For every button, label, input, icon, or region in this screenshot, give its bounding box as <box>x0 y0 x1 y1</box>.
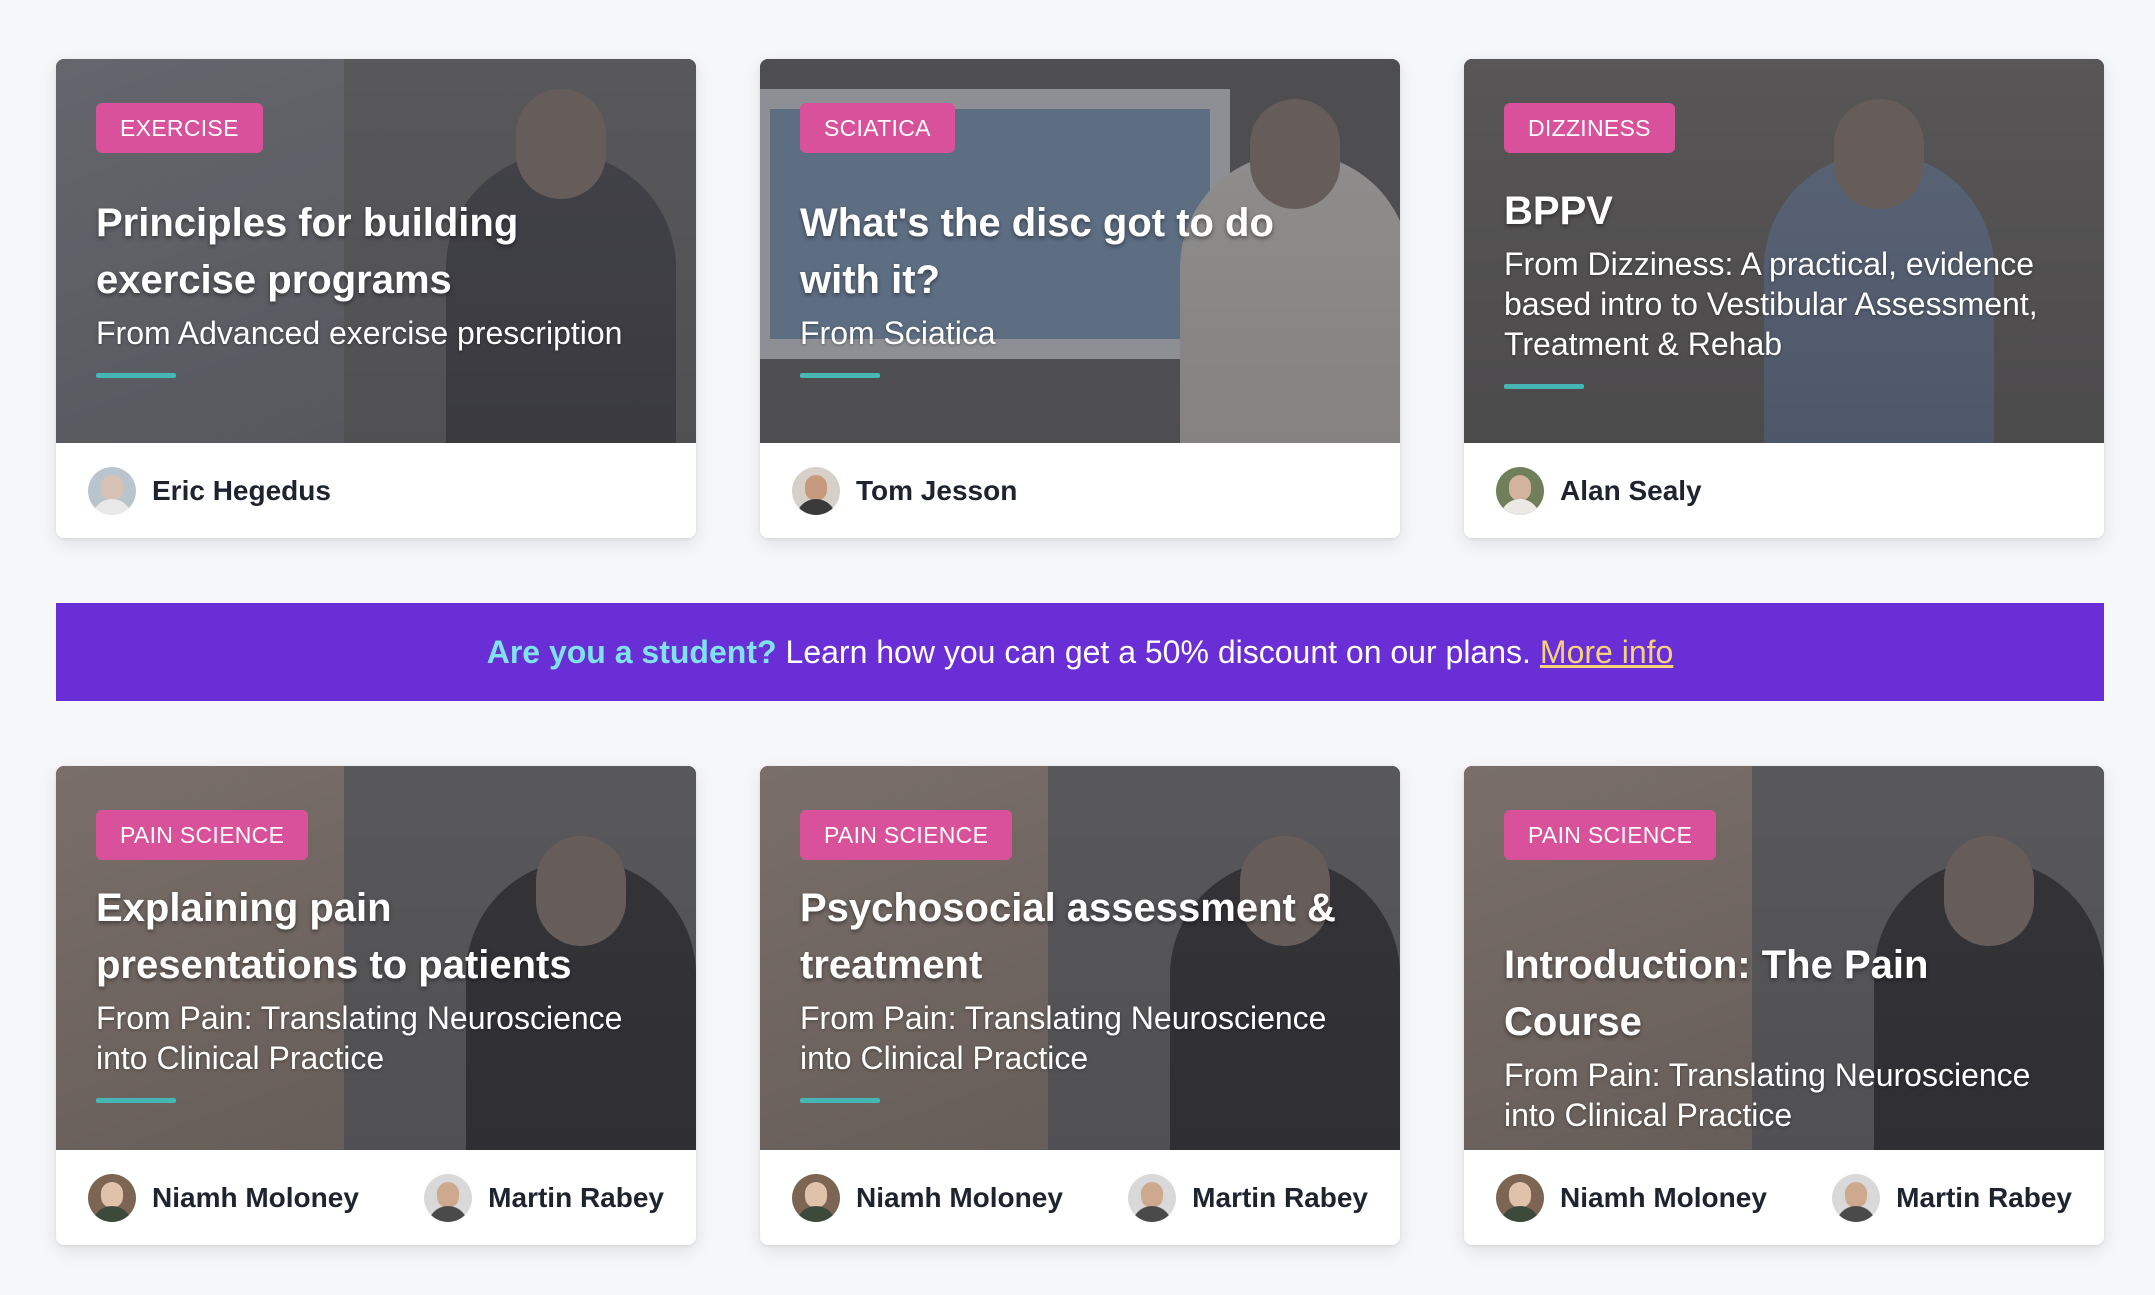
course-subtitle: From Sciatica <box>800 315 996 351</box>
card-footer: Alan Sealy <box>1464 443 2104 538</box>
author-name: Niamh Moloney <box>152 1181 359 1213</box>
course-subtitle: From Pain: Translating Neuroscience into… <box>96 1000 623 1076</box>
author-name: Tom Jesson <box>856 474 1018 506</box>
lesson-title: BPPV <box>1504 189 1613 233</box>
card-footer: Niamh Moloney Martin Rabey <box>1464 1150 2104 1245</box>
card-footer: Tom Jesson <box>760 443 1400 538</box>
course-grid-top: EXERCISE Principles for building exercis… <box>56 59 2104 538</box>
author[interactable]: Niamh Moloney <box>792 1173 1063 1222</box>
more-info-link[interactable]: More info <box>1540 634 1673 671</box>
course-grid-bottom: PAIN SCIENCE Explaining pain presentatio… <box>56 766 2104 1245</box>
author[interactable]: Martin Rabey <box>1128 1173 1368 1222</box>
category-tag[interactable]: PAIN SCIENCE <box>96 810 309 860</box>
author-name: Niamh Moloney <box>856 1181 1063 1213</box>
lesson-title: Principles for building exercise program… <box>96 201 519 302</box>
author-name: Martin Rabey <box>488 1181 664 1213</box>
category-tag[interactable]: EXERCISE <box>96 103 263 153</box>
author-name: Alan Sealy <box>1560 474 1702 506</box>
lesson-title: Introduction: The Pain Course <box>1504 943 1929 1044</box>
course-card[interactable]: PAIN SCIENCE Explaining pain presentatio… <box>56 766 696 1245</box>
author-name: Martin Rabey <box>1192 1181 1368 1213</box>
category-tag[interactable]: DIZZINESS <box>1504 103 1675 153</box>
author-avatar <box>424 1173 473 1222</box>
category-tag[interactable]: PAIN SCIENCE <box>800 810 1013 860</box>
category-tag[interactable]: PAIN SCIENCE <box>1504 810 1717 860</box>
author-name: Eric Hegedus <box>152 474 331 506</box>
video-thumbnail[interactable]: EXERCISE Principles for building exercis… <box>56 59 696 443</box>
course-card[interactable]: PAIN SCIENCE Introduction: The Pain Cour… <box>1464 766 2104 1245</box>
author-avatar <box>88 1173 136 1222</box>
author-avatar <box>792 466 840 515</box>
course-subtitle: From Dizziness: A practical, evidence ba… <box>1504 246 2038 362</box>
video-thumbnail[interactable]: SCIATICA What's the disc got to do with … <box>760 59 1400 443</box>
banner-lead: Are you a student? <box>486 633 777 670</box>
lesson-title: Psychosocial assessment & treatment <box>800 886 1336 987</box>
author[interactable]: Tom Jesson <box>792 466 1018 515</box>
course-subtitle: From Advanced exercise prescription <box>96 315 623 351</box>
author[interactable]: Alan Sealy <box>1496 466 1702 515</box>
author[interactable]: Niamh Moloney <box>1496 1173 1767 1222</box>
accent-underline <box>800 373 880 378</box>
card-footer: Niamh Moloney Martin Rabey <box>56 1150 696 1245</box>
course-card[interactable]: PAIN SCIENCE Psychosocial assessment & t… <box>760 766 1400 1245</box>
author-avatar <box>1832 1173 1881 1222</box>
course-subtitle: From Pain: Translating Neuroscience into… <box>800 1000 1327 1076</box>
author-name: Niamh Moloney <box>1560 1181 1767 1213</box>
video-thumbnail[interactable]: PAIN SCIENCE Introduction: The Pain Cour… <box>1464 766 2104 1150</box>
author[interactable]: Niamh Moloney <box>88 1173 359 1222</box>
author-avatar <box>1128 1173 1177 1222</box>
category-tag[interactable]: SCIATICA <box>800 103 955 153</box>
video-thumbnail[interactable]: PAIN SCIENCE Explaining pain presentatio… <box>56 766 696 1150</box>
accent-underline <box>800 1098 880 1103</box>
card-footer: Niamh Moloney Martin Rabey <box>760 1150 1400 1245</box>
card-footer: Eric Hegedus <box>56 443 696 538</box>
accent-underline <box>1504 384 1584 389</box>
student-discount-banner: Are you a student? Learn how you can get… <box>56 603 2104 701</box>
author[interactable]: Martin Rabey <box>1832 1173 2072 1222</box>
author-avatar <box>792 1173 840 1222</box>
video-thumbnail[interactable]: PAIN SCIENCE Psychosocial assessment & t… <box>760 766 1400 1150</box>
author-avatar <box>1496 466 1544 515</box>
author-avatar <box>1496 1173 1544 1222</box>
author-name: Martin Rabey <box>1896 1181 2072 1213</box>
accent-underline <box>96 1098 176 1103</box>
accent-underline <box>96 373 176 378</box>
banner-text: Learn how you can get a 50% discount on … <box>785 633 1531 670</box>
video-thumbnail[interactable]: DIZZINESS BPPV From Dizziness: A practic… <box>1464 59 2104 443</box>
course-card[interactable]: SCIATICA What's the disc got to do with … <box>760 59 1400 538</box>
course-card[interactable]: DIZZINESS BPPV From Dizziness: A practic… <box>1464 59 2104 538</box>
lesson-title: Explaining pain presentations to patient… <box>96 886 572 987</box>
author-avatar <box>88 466 136 515</box>
course-card[interactable]: EXERCISE Principles for building exercis… <box>56 59 696 538</box>
author[interactable]: Martin Rabey <box>424 1173 664 1222</box>
author[interactable]: Eric Hegedus <box>88 466 331 515</box>
course-subtitle: From Pain: Translating Neuroscience into… <box>1504 1057 2031 1133</box>
lesson-title: What's the disc got to do with it? <box>800 201 1274 302</box>
